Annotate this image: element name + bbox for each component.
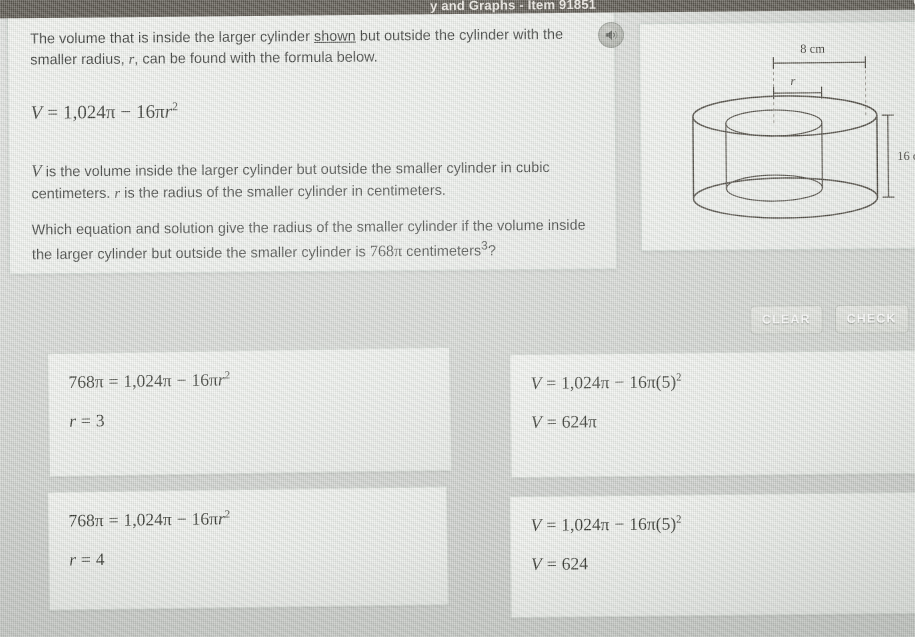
option-c-line-1: 768π = 1,024π −16πr2 (68, 506, 426, 532)
opt-c-l2-value: 4 (95, 549, 105, 570)
opt-c-l1-term1: 1,024 (123, 509, 164, 530)
opt-d-l1-inner: 5 (661, 513, 671, 534)
speaker-icon (604, 28, 618, 42)
opt-d-l1-exp: 2 (675, 513, 682, 526)
opt-c-l1-coef2: 16 (191, 508, 210, 529)
breadcrumb: y and Graphs - Item 91851 (429, 0, 597, 14)
opt-c-l2-lhs: r (68, 549, 77, 570)
option-a-card[interactable]: 768π = 1,024π −16πr2 r = 3 (47, 346, 452, 478)
volume-formula: V = 1,024π −16πr2 (31, 100, 178, 125)
opt-a-l1-eq: = (108, 371, 119, 392)
opt-a-l1-lhs: 768 (68, 371, 95, 392)
option-a-line-2: r = 3 (69, 405, 430, 432)
formula-coef-2: 16 (136, 101, 156, 123)
opt-c-l1-eq: = (108, 509, 119, 530)
option-d-line-2: V = 624 (531, 550, 900, 575)
prompt-text-2: centimeters (402, 243, 482, 260)
intro-text-1: The volume that is inside the larger cyl… (30, 28, 315, 48)
opt-b-l2-value: 624π (561, 411, 597, 432)
variable-definitions: V is the volume inside the larger cylind… (31, 155, 591, 205)
formula-pi-2: π (155, 101, 165, 123)
opt-a-l1-coef2: 16 (191, 369, 210, 390)
question-intro: The volume that is inside the larger cyl… (30, 25, 570, 71)
opt-d-l2-value: 624 (561, 553, 589, 574)
opt-b-l1-minus: − (614, 371, 625, 393)
opt-a-l2-lhs: r (68, 410, 77, 431)
opt-d-l1-eq: = (546, 514, 557, 535)
formula-lhs: V (30, 102, 43, 124)
option-d-card[interactable]: V = 1,024π −16π(5)2 V = 624 (509, 491, 915, 619)
option-d-line-1: V = 1,024π −16π(5)2 (531, 511, 900, 536)
opt-c-l1-pi2: π (162, 509, 172, 530)
intro-text-3: , can be found with the formula below. (134, 49, 378, 68)
opt-b-l2-lhs: V (530, 411, 542, 432)
option-b-card[interactable]: V = 1,024π −16π(5)2 V = 624π (509, 349, 915, 479)
opt-a-l1-exp: 2 (224, 369, 231, 382)
prompt-text-3: ? (487, 243, 497, 260)
opt-b-l1-eq: = (546, 372, 557, 393)
clear-button[interactable]: CLEAR (750, 305, 824, 335)
formula-term-1: 1,024 (62, 102, 106, 124)
opt-c-l2-eq: = (80, 549, 91, 570)
opt-d-l1-term1: 1,024 (561, 514, 601, 535)
opt-b-l1-exp: 2 (675, 371, 682, 384)
label-height: 16 cm (897, 149, 915, 163)
opt-c-l1-exp: 2 (224, 508, 231, 521)
cylinder-figure: .ln { stroke:#4e4a42; stroke-width:1.5; … (640, 22, 915, 253)
option-c-line-2: r = 4 (69, 545, 427, 571)
opt-b-l2-eq: = (546, 411, 557, 432)
opt-a-l1-pi2: π (162, 370, 172, 391)
opt-d-l1-lhs: V (530, 514, 542, 535)
opt-d-l1-coef2: 16 (629, 513, 647, 534)
opt-c-l1-pi1: π (94, 510, 104, 531)
opt-d-l1-minus: − (614, 513, 625, 535)
prompt-text-1: Which equation and solution give the rad… (31, 217, 586, 264)
opt-a-l2-value: 3 (95, 410, 105, 431)
formula-pi-1: π (105, 102, 116, 124)
opt-b-l1-coef2: 16 (629, 371, 647, 392)
opt-b-l1-term1: 1,024 (561, 372, 601, 393)
action-buttons: CLEAR CHECK (750, 304, 910, 335)
option-c-card[interactable]: 768π = 1,024π −16πr2 r = 4 (47, 486, 449, 611)
opt-b-l1-pi3: π (646, 371, 656, 392)
opt-a-l1-minus: − (176, 369, 187, 391)
opt-b-l1-pi2: π (600, 372, 610, 393)
opt-d-l1-pi3: π (646, 513, 656, 534)
opt-c-l1-minus: − (176, 508, 187, 529)
question-panel: The volume that is inside the larger cyl… (6, 7, 618, 275)
option-a-line-1: 768π = 1,024π −16πr2 (68, 366, 429, 393)
opt-b-l1-lhs: V (530, 372, 542, 393)
opt-c-l1-lhs: 768 (68, 510, 95, 531)
prompt-volume-value: 768π (369, 242, 403, 261)
option-b-line-2: V = 624π (531, 408, 901, 433)
opt-d-l1-pi2: π (600, 514, 610, 535)
formula-equals: = (47, 102, 59, 124)
question-prompt: Which equation and solution give the rad… (32, 215, 604, 266)
opt-d-l2-lhs: V (530, 553, 542, 574)
opt-b-l1-inner: 5 (661, 371, 671, 392)
opt-a-l1-pi1: π (94, 371, 104, 392)
option-b-line-1: V = 1,024π −16π(5)2 (531, 369, 901, 394)
label-inner-radius: r (790, 74, 795, 88)
question-audio-button[interactable] (598, 22, 624, 48)
label-outer-diameter: 8 cm (800, 42, 825, 56)
formula-exponent: 2 (172, 100, 179, 114)
definition-text-2: is the radius of the smaller cylinder in… (120, 182, 447, 202)
formula-minus: − (120, 101, 132, 123)
opt-a-l1-term1: 1,024 (123, 370, 163, 391)
cylinder-diagram-panel: .ln { stroke:#4e4a42; stroke-width:1.5; … (639, 20, 915, 253)
opt-a-l2-eq: = (80, 410, 91, 431)
check-button[interactable]: CHECK (834, 304, 910, 334)
definition-var-v: V (31, 161, 42, 181)
opt-d-l2-eq: = (546, 553, 557, 574)
intro-underlined-shown: shown (313, 28, 356, 45)
